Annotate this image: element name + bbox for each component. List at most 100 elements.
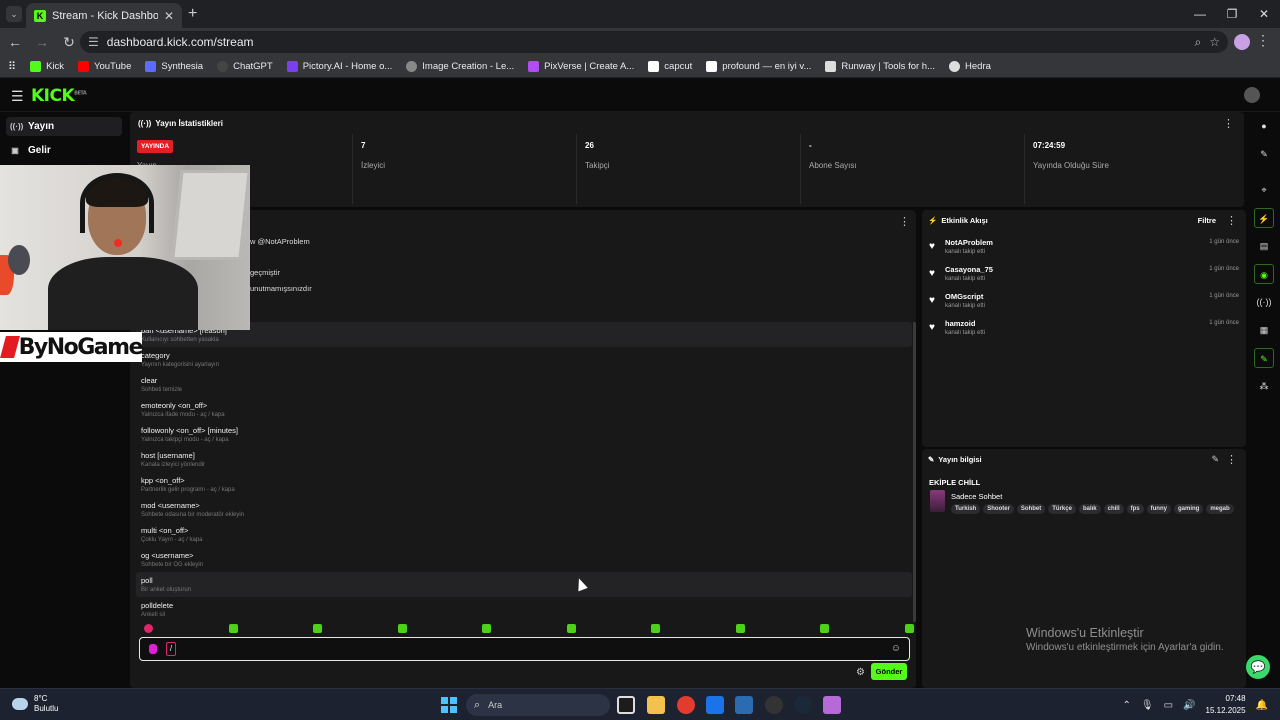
lightning-rail-icon[interactable]: ⚡ bbox=[1254, 208, 1274, 228]
notification-icon[interactable]: 🔔 bbox=[1256, 700, 1268, 711]
close-window-button[interactable]: ✕ bbox=[1248, 0, 1280, 28]
app-icon[interactable] bbox=[823, 696, 841, 714]
outlook-icon[interactable] bbox=[706, 696, 724, 714]
taskbar-search[interactable]: ⌕ Ara bbox=[466, 694, 610, 716]
broadcast-rail-icon[interactable]: ((·)) bbox=[1254, 292, 1274, 312]
windows-start-icon[interactable] bbox=[441, 697, 457, 713]
bookmark-pictory[interactable]: Pictory.AI - Home o... bbox=[286, 61, 392, 72]
address-bar[interactable]: ☰ dashboard.kick.com/stream ⌕ ☆ bbox=[80, 31, 1228, 53]
document-icon[interactable]: ▤ bbox=[1254, 236, 1274, 256]
chat-input[interactable]: / ☺ bbox=[139, 637, 910, 661]
command-item-poll[interactable]: poll Bir anket oluşturun bbox=[136, 572, 912, 597]
chat-settings-gear-icon[interactable]: ⚙ bbox=[856, 667, 865, 678]
emote-icon[interactable] bbox=[904, 624, 914, 633]
crosshair-icon[interactable]: ⌖ bbox=[1254, 180, 1274, 200]
printer-icon[interactable]: ▦ bbox=[1254, 320, 1274, 340]
chat-more-icon[interactable]: ⋮ bbox=[899, 215, 910, 228]
command-item-followonly[interactable]: followonly <on_off> [minutes] Yalnızca ta… bbox=[136, 422, 912, 447]
chevron-up-icon[interactable]: ⌃ bbox=[1123, 700, 1131, 711]
kick-logo[interactable]: KICKBETA bbox=[31, 86, 87, 106]
command-item-mod[interactable]: mod <username> Sohbete odasına bir modera… bbox=[136, 497, 912, 522]
command-item-kpp[interactable]: kpp <on_off> Partnerlik gelir programı - … bbox=[136, 472, 912, 497]
bookmark-capcut[interactable]: capcut bbox=[648, 61, 692, 72]
bookmark-pixverse[interactable]: PixVerse | Create A... bbox=[528, 61, 634, 72]
site-info-icon[interactable]: ☰ bbox=[88, 35, 99, 49]
bookmark-image-creation[interactable]: Image Creation - Le... bbox=[406, 61, 514, 72]
command-item-polldelete[interactable]: polldelete Anketi sil bbox=[136, 597, 912, 622]
taskbar-clock[interactable]: 07:48 15.12.2025 bbox=[1206, 693, 1246, 717]
obs-icon[interactable] bbox=[765, 696, 783, 714]
bookmark-runway[interactable]: Runway | Tools for h... bbox=[825, 61, 935, 72]
send-button[interactable]: Gönder bbox=[871, 663, 907, 680]
url-text[interactable]: dashboard.kick.com/stream bbox=[107, 35, 1187, 49]
close-tab-icon[interactable]: ✕ bbox=[164, 9, 174, 23]
command-item-clear[interactable]: clear Sohbeti temizle bbox=[136, 372, 912, 397]
new-tab-button[interactable]: + bbox=[188, 5, 197, 23]
stats-more-icon[interactable]: ⋮ bbox=[1223, 117, 1234, 130]
minimize-button[interactable]: — bbox=[1184, 0, 1216, 28]
emote-icon[interactable] bbox=[735, 624, 745, 633]
command-list-scrollbar[interactable] bbox=[913, 322, 916, 622]
bookmark-star-icon[interactable]: ☆ bbox=[1209, 35, 1220, 49]
info-icon[interactable]: ● bbox=[1254, 116, 1274, 136]
bookmarks-bar: ⠿ Kick YouTube Synthesia ChatGPT Pictory… bbox=[0, 56, 1280, 78]
apps-grid-icon[interactable]: ⠿ bbox=[8, 60, 16, 73]
emote-icon[interactable] bbox=[566, 624, 576, 633]
chat-input-value[interactable]: / bbox=[166, 642, 176, 656]
bookmark-youtube[interactable]: YouTube bbox=[78, 61, 131, 72]
bookmark-kick[interactable]: Kick bbox=[30, 61, 64, 72]
bookmark-chatgpt[interactable]: ChatGPT bbox=[217, 61, 273, 72]
command-item-category[interactable]: category Yayının kategorisini ayarlayın bbox=[136, 347, 912, 372]
profile-avatar[interactable] bbox=[1234, 34, 1250, 50]
right-tool-rail: ● ✎ ⌖ ⚡ ▤ ◉ ((·)) ▦ ✎ ⁂ bbox=[1250, 112, 1280, 642]
chrome-icon[interactable] bbox=[677, 696, 695, 714]
activity-more-icon[interactable]: ⋮ bbox=[1226, 214, 1237, 227]
browser-tab-active[interactable]: K Stream - Kick Dashboard ✕ bbox=[26, 3, 182, 28]
emote-icon[interactable] bbox=[397, 624, 407, 633]
wrench-rail-icon[interactable]: ✎ bbox=[1254, 348, 1274, 368]
tab-search-button[interactable]: ⌄ bbox=[6, 6, 22, 22]
emote-icon[interactable] bbox=[144, 624, 153, 633]
weather-widget[interactable]: 8°C Bulutlu bbox=[12, 694, 58, 714]
emote-icon[interactable] bbox=[820, 624, 830, 633]
pencil-icon[interactable]: ✎ bbox=[1254, 144, 1274, 164]
microphone-icon[interactable]: 🎙 bbox=[1141, 700, 1154, 711]
edit-pencil-icon[interactable]: ✎ bbox=[1211, 454, 1219, 465]
command-item-ban[interactable]: ban <username> [reason] Kullanıcıyı sohbe… bbox=[136, 322, 912, 347]
emote-icon[interactable] bbox=[482, 624, 492, 633]
bookmark-profound[interactable]: profound — en iyi v... bbox=[706, 61, 811, 72]
hamburger-menu-icon[interactable]: ☰ bbox=[11, 88, 24, 105]
restore-button[interactable]: ❐ bbox=[1216, 0, 1248, 28]
task-view-icon[interactable] bbox=[617, 696, 635, 714]
bookmark-hedra[interactable]: Hedra bbox=[949, 61, 991, 72]
sidebar-item-yayin[interactable]: ((·)) Yayın bbox=[6, 117, 122, 136]
steam-icon[interactable] bbox=[794, 696, 812, 714]
user-avatar[interactable] bbox=[1244, 87, 1260, 103]
bookmark-synthesia[interactable]: Synthesia bbox=[145, 61, 203, 72]
back-icon[interactable]: ← bbox=[3, 34, 27, 50]
command-item-emoteonly[interactable]: emoteonly <on_off> Yalnızca ifade modu - … bbox=[136, 397, 912, 422]
emoji-picker-icon[interactable]: ☺ bbox=[891, 643, 901, 654]
stream-info-more-icon[interactable]: ⋮ bbox=[1226, 453, 1237, 466]
browser-menu-icon[interactable]: ⋮ bbox=[1256, 32, 1270, 49]
emote-icon[interactable] bbox=[313, 624, 323, 633]
file-explorer-icon[interactable] bbox=[647, 696, 665, 714]
network-icon[interactable]: ▭ bbox=[1164, 700, 1173, 711]
emote-icon[interactable] bbox=[228, 624, 238, 633]
tag-chip: megab bbox=[1206, 504, 1234, 514]
command-item-og[interactable]: og <username> Sohbete bir OG ekleyin bbox=[136, 547, 912, 572]
sidebar-item-gelir[interactable]: ▣ Gelir bbox=[6, 141, 122, 160]
command-item-host[interactable]: host [username] Kanala izleyici yönlendir bbox=[136, 447, 912, 472]
share-icon[interactable]: ⁂ bbox=[1254, 376, 1274, 396]
reload-icon[interactable]: ↻ bbox=[57, 34, 81, 51]
chat-rail-icon[interactable]: ◉ bbox=[1254, 264, 1274, 284]
zoom-icon[interactable]: ⌕ bbox=[1195, 35, 1202, 50]
chat-support-icon[interactable]: 💬 bbox=[1246, 655, 1270, 679]
filter-button[interactable]: Filtre bbox=[1198, 216, 1216, 225]
volume-icon[interactable]: 🔊 bbox=[1183, 700, 1195, 711]
store-icon[interactable] bbox=[735, 696, 753, 714]
emote-icon[interactable] bbox=[651, 624, 661, 633]
tag-chip: chill bbox=[1103, 504, 1124, 514]
command-item-multi[interactable]: multi <on_off> Çoklu Yayın - aç / kapa bbox=[136, 522, 912, 547]
forward-icon[interactable]: → bbox=[30, 34, 54, 50]
